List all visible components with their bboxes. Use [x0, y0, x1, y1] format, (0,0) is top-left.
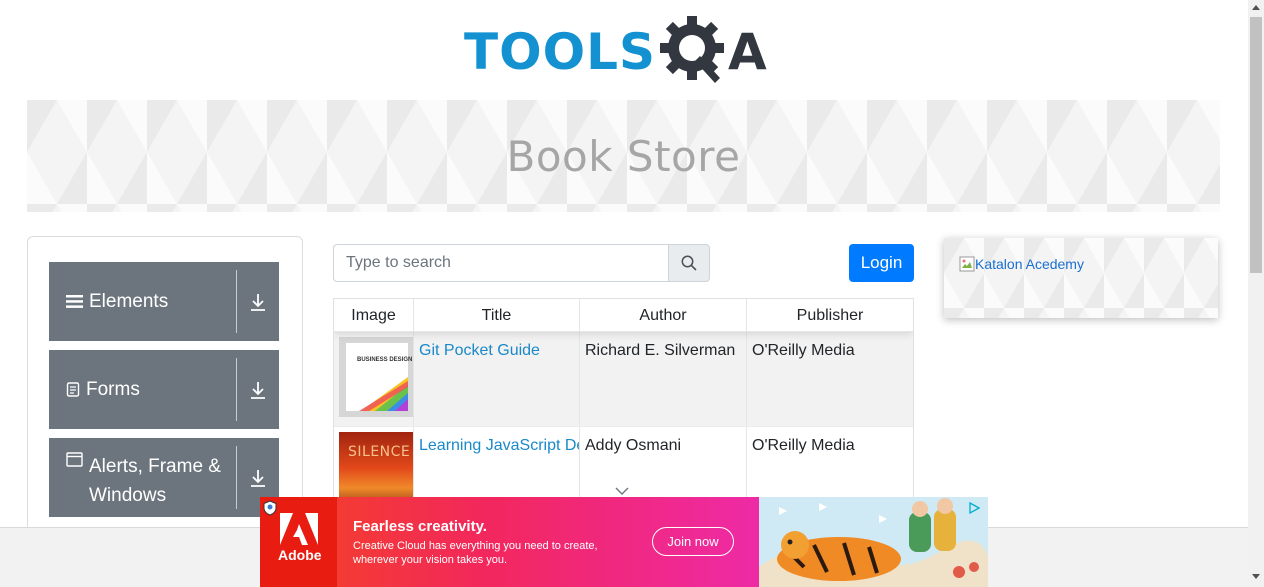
join-now-button[interactable]: Join now [652, 527, 734, 556]
book-cover-image: BUSINESS DESIGN [339, 337, 413, 417]
logo-text-a: A [728, 23, 768, 81]
search-input[interactable] [333, 244, 669, 282]
search-icon [681, 255, 697, 271]
scrollbar-thumb[interactable] [1250, 17, 1262, 273]
toolsqa-logo[interactable]: TOOLS A [464, 12, 788, 92]
broken-image: Katalon Acedemy [959, 256, 1084, 272]
adchoices-icon[interactable] [968, 501, 981, 519]
book-cover-image: SILENCE [339, 432, 413, 497]
ad-illustration [759, 497, 988, 587]
book-image-cell: SILENCE [334, 427, 414, 497]
nav-group-alerts[interactable]: Alerts, Frame & Windows [49, 438, 279, 517]
table-row: BUSINESS DESIGN Git Pocket Guide Richard… [334, 332, 913, 427]
book-publisher-cell: O'Reilly Media [752, 342, 855, 359]
book-image-cell: BUSINESS DESIGN [334, 332, 414, 426]
download-arrow-icon[interactable] [237, 350, 279, 429]
scroll-down-arrow-icon[interactable] [1252, 574, 1260, 580]
katalon-ad[interactable]: Katalon Acedemy [944, 238, 1218, 318]
shield-icon [263, 500, 277, 521]
book-cover-text: BUSINESS DESIGN [357, 357, 413, 363]
search-button[interactable] [668, 244, 710, 282]
book-title-link[interactable]: Learning JavaScript De [419, 437, 579, 454]
search-box [333, 244, 710, 282]
column-header-title[interactable]: Title [414, 299, 580, 331]
gear-q-icon [658, 12, 726, 92]
login-button[interactable]: Login [849, 244, 914, 282]
ad-alt-text: Katalon Acedemy [975, 256, 1084, 272]
hamburger-icon [66, 294, 83, 309]
nav-group-label: Alerts, Frame & Windows [89, 455, 221, 506]
window-icon [66, 452, 83, 467]
nav-group-elements[interactable]: Elements [49, 262, 279, 341]
adobe-ad-banner[interactable]: Adobe Fearless creativity. Creative Clou… [260, 497, 988, 587]
document-icon [66, 382, 80, 397]
book-author-cell: Addy Osmani [580, 427, 747, 497]
book-author-cell: Richard E. Silverman [580, 332, 747, 426]
scroll-up-arrow-icon[interactable] [1252, 4, 1260, 10]
ad-subtext: Creative Cloud has everything you need t… [353, 540, 598, 566]
page-banner: Book Store [27, 100, 1220, 212]
nav-group-label: Elements [89, 291, 169, 312]
broken-image-icon [959, 256, 975, 272]
table-header: Image Title Author Publisher [334, 299, 913, 332]
page-title: Book Store [506, 131, 741, 181]
download-arrow-icon[interactable] [237, 262, 279, 341]
column-header-image[interactable]: Image [334, 299, 414, 331]
column-header-publisher[interactable]: Publisher [747, 299, 913, 331]
ad-headline: Fearless creativity. [353, 518, 487, 535]
book-title-cell: Learning JavaScript De [414, 427, 580, 497]
vertical-scrollbar[interactable] [1248, 0, 1264, 587]
logo-text-tools: TOOLS [464, 23, 656, 81]
book-publisher-cell: O'Reilly Media [752, 437, 855, 454]
adobe-brand-text: Adobe [278, 547, 322, 563]
book-cover-text: SILENCE [348, 444, 411, 460]
nav-group-label: Forms [86, 379, 140, 400]
book-title-link[interactable]: Git Pocket Guide [419, 342, 540, 359]
books-table: Image Title Author Publisher BUSINESS DE… [333, 298, 914, 498]
adobe-logo-icon [280, 513, 318, 545]
left-nav-panel: Elements Forms Alerts, Frame & Windows [27, 236, 303, 536]
column-header-author[interactable]: Author [580, 299, 747, 331]
nav-group-forms[interactable]: Forms [49, 350, 279, 429]
book-title-cell: Git Pocket Guide [414, 332, 580, 426]
